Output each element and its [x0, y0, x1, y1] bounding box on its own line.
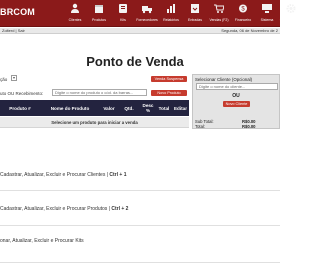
- total-row: Total: R$0.00: [193, 124, 279, 129]
- client-search-input[interactable]: Digite o nome do cliente...: [196, 83, 278, 90]
- nav-item-vendas[interactable]: Vendas (F2): [207, 0, 231, 27]
- shortcut-text: Cadastrar, Atualizar, Excluir e Procurar…: [0, 206, 112, 212]
- system-icon: [262, 4, 272, 13]
- divider: [0, 225, 280, 226]
- user-logout-link[interactable]: Zolterd | Sair: [2, 28, 25, 34]
- operation-label: ção: [0, 77, 8, 82]
- nav-item-kits[interactable]: Kits: [111, 0, 135, 27]
- totals-box: Sub Total: R$0.00 Total: R$0.00: [193, 119, 279, 129]
- total-value: R$0.00: [242, 124, 256, 129]
- nav-item-clientes[interactable]: Clientes: [63, 0, 87, 27]
- page-title: Ponto de Venda: [86, 54, 184, 69]
- nav-label: Configurações: [279, 18, 303, 22]
- kits-icon: [119, 4, 127, 13]
- main-nav: Clientes Produtos Kits Fornecedores Rela…: [63, 0, 303, 27]
- current-date: Segunda, 06 de Novembro de 2: [221, 28, 278, 33]
- col-discount: Desc %: [142, 103, 154, 113]
- clients-icon: [71, 3, 79, 13]
- nav-item-fornecedores[interactable]: Fornecedores: [135, 0, 159, 27]
- shortcut-key: Ctrl + 1: [109, 172, 127, 178]
- shortcut-products: Cadastrar, Atualizar, Excluir e Procurar…: [0, 206, 128, 212]
- divider: [0, 262, 280, 263]
- nav-item-sistema[interactable]: Sistema: [255, 0, 279, 27]
- entries-icon: [191, 4, 199, 13]
- finance-icon: $: [239, 4, 247, 13]
- table-empty-message: Selecione um produto para iniciar a vend…: [0, 117, 189, 128]
- nav-item-produtos[interactable]: Produtos: [87, 0, 111, 27]
- chevron-down-icon: ▾: [12, 75, 15, 80]
- col-total: Total: [158, 105, 170, 111]
- new-product-button[interactable]: Novo Produto: [151, 90, 187, 96]
- new-client-button[interactable]: Novo Cliente: [223, 101, 250, 107]
- gear-icon: [286, 4, 296, 13]
- product-search-input[interactable]: Digite o nome do produto o cód. da barra…: [52, 89, 147, 96]
- reports-icon: [167, 4, 175, 13]
- col-edit: Editar: [173, 105, 188, 111]
- suppliers-icon: [142, 6, 152, 14]
- shortcut-text: Cadastrar, Atualizar, Excluir e Procurar…: [0, 172, 110, 178]
- suspended-sale-button[interactable]: Venda Suspensa: [151, 76, 187, 82]
- nav-item-configuracoes[interactable]: Configurações: [279, 0, 303, 27]
- nav-item-entradas[interactable]: Entradas: [183, 0, 207, 27]
- col-product-name: Nome do Produto: [50, 105, 90, 111]
- operation-select[interactable]: ▾: [11, 75, 17, 81]
- client-panel: Selecionar Cliente (Opcional) Digite o n…: [192, 74, 280, 129]
- divider: [0, 190, 280, 191]
- sales-icon: [214, 4, 224, 13]
- shortcut-text: onar, Atualizar, Excluir e Procurar Kits: [0, 238, 84, 244]
- nav-item-relatorios[interactable]: Relatórios: [159, 0, 183, 27]
- shortcut-clients: Cadastrar, Atualizar, Excluir e Procurar…: [0, 172, 127, 178]
- col-product-number: Produto #: [9, 105, 31, 111]
- nav-item-financeiro[interactable]: $ Financeiro: [231, 0, 255, 27]
- client-panel-title: Selecionar Cliente (Opcional): [195, 77, 253, 82]
- app-logo[interactable]: BRCOM: [0, 7, 35, 17]
- shortcut-key: Ctrl + 2: [111, 206, 129, 212]
- col-quantity: Qtd.: [124, 105, 134, 111]
- products-icon: [95, 5, 103, 13]
- shortcut-kits: onar, Atualizar, Excluir e Procurar Kits: [0, 238, 84, 244]
- product-table-header: Produto # Nome do Produto Valor Qtd. Des…: [0, 100, 189, 116]
- total-label: Total:: [195, 124, 206, 129]
- status-strip: Zolterd | Sair Segunda, 06 de Novembro d…: [0, 28, 280, 34]
- col-value: Valor: [103, 105, 115, 111]
- product-code-label: uto OU Recebimento:: [0, 91, 44, 96]
- top-bar: BRCOM Clientes Produtos Kits Fornecedore…: [0, 0, 302, 27]
- or-separator: OU: [232, 93, 240, 99]
